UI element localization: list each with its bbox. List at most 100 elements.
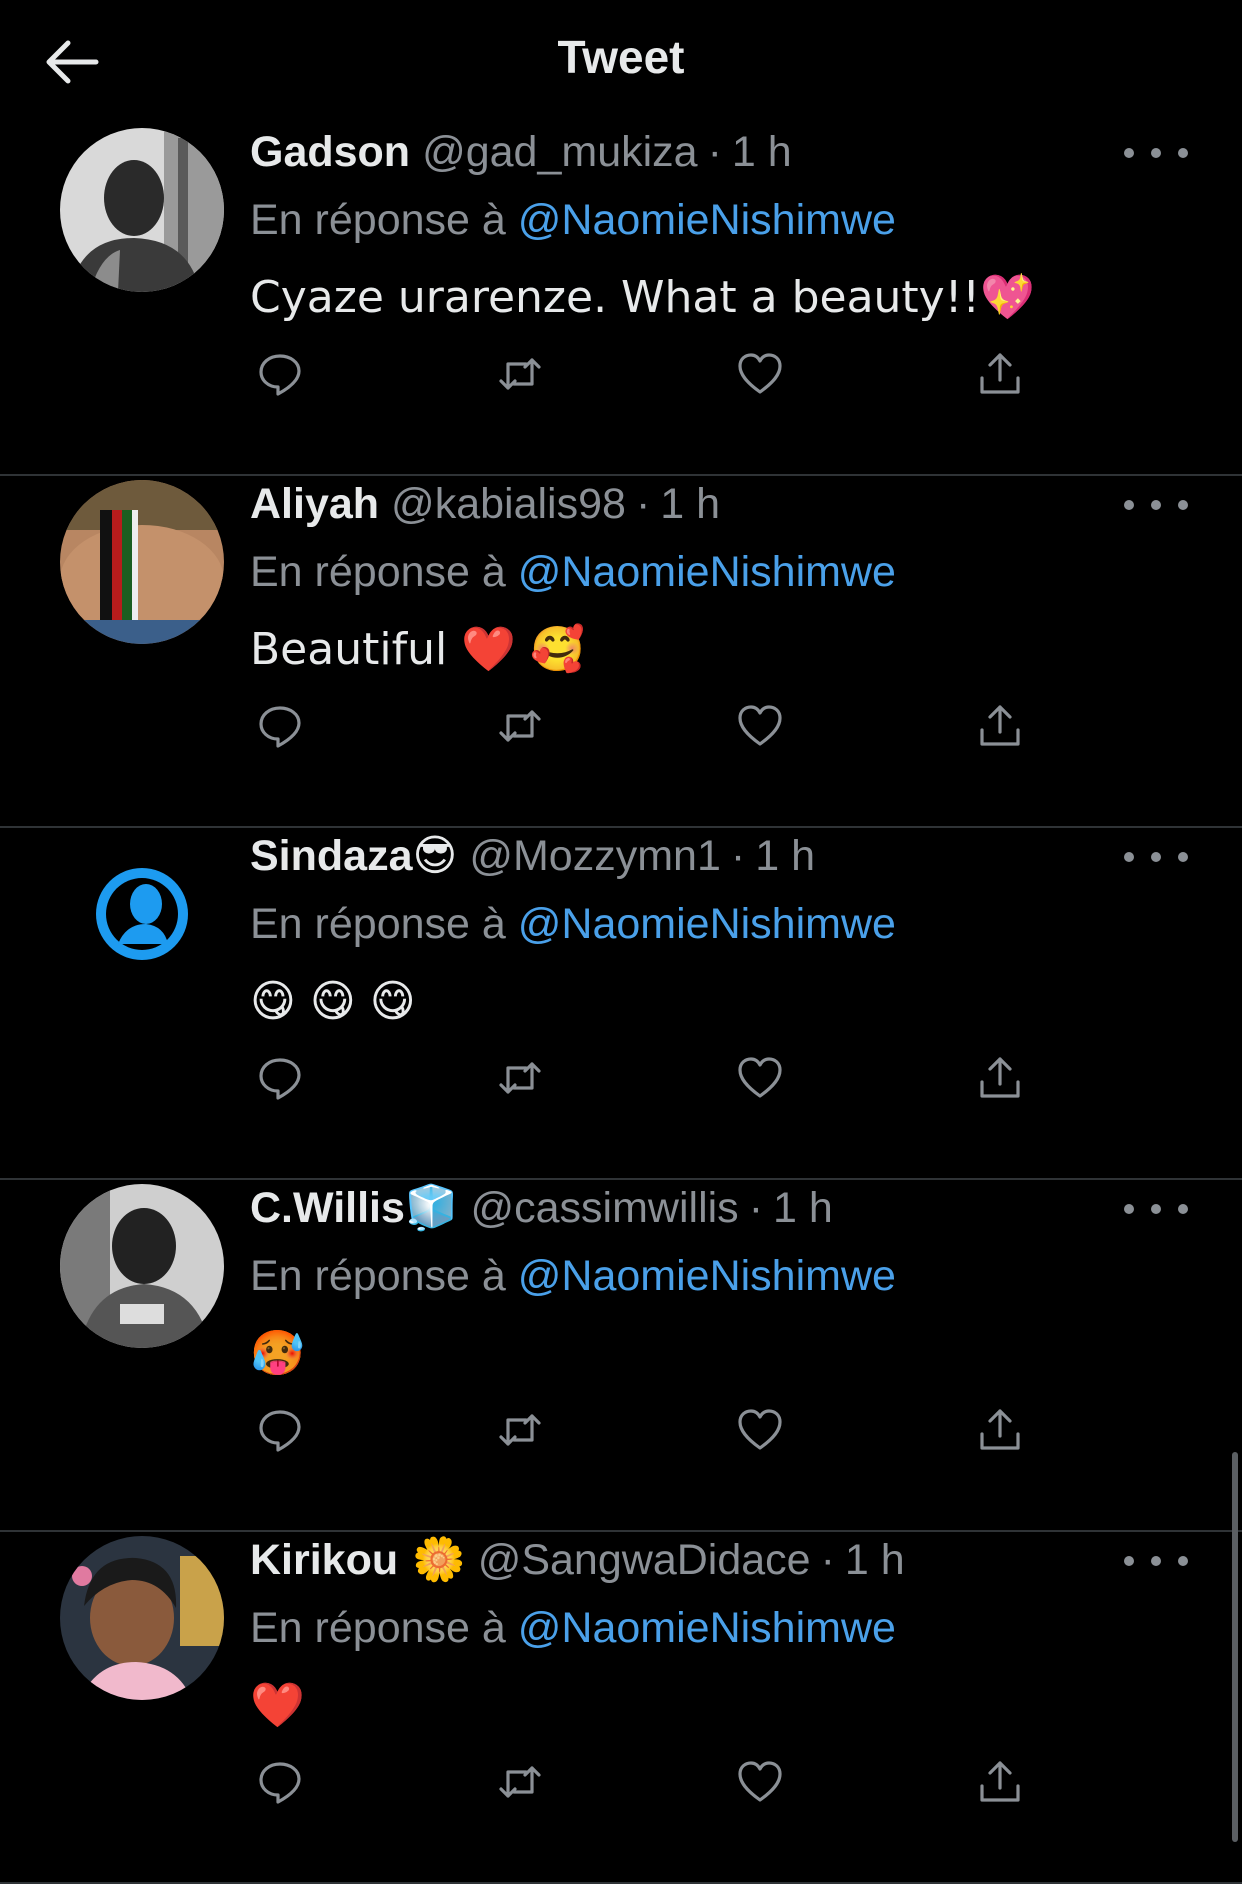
more-dot-icon: [1151, 1204, 1161, 1214]
reply-context: En réponse à @NaomieNishimwe: [250, 192, 1142, 248]
timestamp[interactable]: 1 h: [660, 480, 720, 528]
reply-button[interactable]: [250, 1752, 310, 1812]
mention-link[interactable]: @NaomieNishimwe: [518, 1604, 896, 1652]
more-options-button[interactable]: [1124, 1546, 1188, 1576]
share-icon: [980, 353, 1020, 394]
mention-link[interactable]: @NaomieNishimwe: [518, 1252, 896, 1300]
reply-prefix: En réponse à: [250, 900, 506, 948]
more-dot-icon: [1124, 852, 1134, 862]
share-button[interactable]: [970, 1048, 1030, 1108]
reply-button[interactable]: [250, 1400, 310, 1460]
reply-context: En réponse à @NaomieNishimwe: [250, 544, 1142, 600]
reply-button[interactable]: [250, 344, 310, 404]
reply-list: Gadson @gad_mukiza · 1 h En réponse à @Naom…: [0, 124, 1242, 1884]
more-dot-icon: [1151, 500, 1161, 510]
top-bar: Tweet: [0, 0, 1242, 124]
reply-icon: [259, 1410, 301, 1452]
tweet-item[interactable]: Sindaza😎 @Mozzymn1 · 1 h En réponse à @Naom…: [0, 828, 1242, 1180]
like-button[interactable]: [730, 1400, 790, 1460]
reply-prefix: En réponse à: [250, 1252, 506, 1300]
like-icon: [738, 1761, 782, 1802]
retweet-button[interactable]: [490, 696, 550, 756]
tweet-actions: [250, 696, 1050, 756]
reply-button[interactable]: [250, 696, 310, 756]
name-emoji: 😎: [412, 831, 458, 881]
tweet-text: 🥵: [250, 1328, 305, 1379]
separator: ·: [748, 1184, 764, 1232]
more-dot-icon: [1178, 500, 1188, 510]
mention-link[interactable]: @NaomieNishimwe: [518, 900, 896, 948]
more-dot-icon: [1178, 1556, 1188, 1566]
share-button[interactable]: [970, 696, 1030, 756]
separator: ·: [820, 1536, 835, 1584]
reply-button[interactable]: [250, 1048, 310, 1108]
retweet-icon: [499, 710, 541, 742]
avatar[interactable]: [60, 1184, 224, 1348]
avatar[interactable]: [60, 1536, 224, 1700]
retweet-button[interactable]: [490, 1048, 550, 1108]
retweet-icon: [499, 1062, 541, 1094]
reply-icon: [259, 1058, 301, 1100]
like-icon: [738, 353, 782, 394]
retweet-button[interactable]: [490, 1752, 550, 1812]
share-button[interactable]: [970, 1752, 1030, 1812]
more-options-button[interactable]: [1124, 138, 1188, 168]
separator: ·: [707, 128, 722, 176]
like-icon: [738, 1057, 782, 1098]
timestamp[interactable]: 1 h: [755, 832, 815, 880]
tweet-text: 😋 😋 😋: [250, 976, 416, 1027]
reply-icon: [259, 354, 301, 396]
like-button[interactable]: [730, 1048, 790, 1108]
share-icon: [980, 1057, 1020, 1098]
like-button[interactable]: [730, 1752, 790, 1812]
author-name[interactable]: Kirikou: [250, 1536, 398, 1584]
mention-link[interactable]: @NaomieNishimwe: [518, 548, 896, 596]
reply-prefix: En réponse à: [250, 548, 506, 596]
author-name[interactable]: C.Willis: [250, 1184, 405, 1232]
scrollbar[interactable]: [1232, 1452, 1238, 1842]
share-icon: [980, 705, 1020, 746]
tweet-actions: [250, 344, 1050, 404]
like-button[interactable]: [730, 344, 790, 404]
tweet-item[interactable]: Aliyah @kabialis98 · 1 h En réponse à @Naom…: [0, 476, 1242, 828]
reply-prefix: En réponse à: [250, 1604, 506, 1652]
like-button[interactable]: [730, 696, 790, 756]
separator: ·: [730, 832, 746, 880]
tweet-item[interactable]: C.Willis🧊 @cassimwillis · 1 h En réponse à …: [0, 1180, 1242, 1532]
timestamp[interactable]: 1 h: [732, 128, 792, 176]
mention-link[interactable]: @NaomieNishimwe: [518, 196, 896, 244]
avatar[interactable]: [60, 480, 224, 644]
share-icon: [980, 1409, 1020, 1450]
avatar[interactable]: [60, 832, 224, 996]
author-name[interactable]: Gadson: [250, 128, 410, 176]
reply-prefix: En réponse à: [250, 196, 506, 244]
timestamp[interactable]: 1 h: [773, 1184, 833, 1232]
name-emoji: 🧊: [404, 1183, 459, 1233]
author-handle[interactable]: @Mozzymn1: [469, 832, 721, 880]
author-handle[interactable]: @SangwaDidace: [478, 1536, 811, 1584]
more-dot-icon: [1151, 1556, 1161, 1566]
tweet-actions: [250, 1400, 1050, 1460]
separator: ·: [635, 480, 651, 528]
author-handle[interactable]: @kabialis98: [391, 480, 626, 528]
retweet-icon: [499, 1766, 541, 1798]
retweet-button[interactable]: [490, 1400, 550, 1460]
tweet-item[interactable]: Gadson @gad_mukiza · 1 h En réponse à @Naom…: [0, 124, 1242, 476]
more-options-button[interactable]: [1124, 490, 1188, 520]
more-options-button[interactable]: [1124, 1194, 1188, 1224]
tweet-item[interactable]: Kirikou 🌼 @SangwaDidace · 1 h En réponse à @…: [0, 1532, 1242, 1884]
tweet-actions: [250, 1048, 1050, 1108]
author-name[interactable]: Sindaza: [250, 832, 413, 880]
timestamp[interactable]: 1 h: [845, 1536, 905, 1584]
author-name[interactable]: Aliyah: [250, 480, 379, 528]
more-dot-icon: [1151, 148, 1161, 158]
more-dot-icon: [1178, 852, 1188, 862]
retweet-icon: [499, 358, 541, 390]
share-button[interactable]: [970, 344, 1030, 404]
author-handle[interactable]: @gad_mukiza: [422, 128, 698, 176]
avatar[interactable]: [60, 128, 224, 292]
author-handle[interactable]: @cassimwillis: [470, 1184, 738, 1232]
retweet-button[interactable]: [490, 344, 550, 404]
more-options-button[interactable]: [1124, 842, 1188, 872]
share-button[interactable]: [970, 1400, 1030, 1460]
